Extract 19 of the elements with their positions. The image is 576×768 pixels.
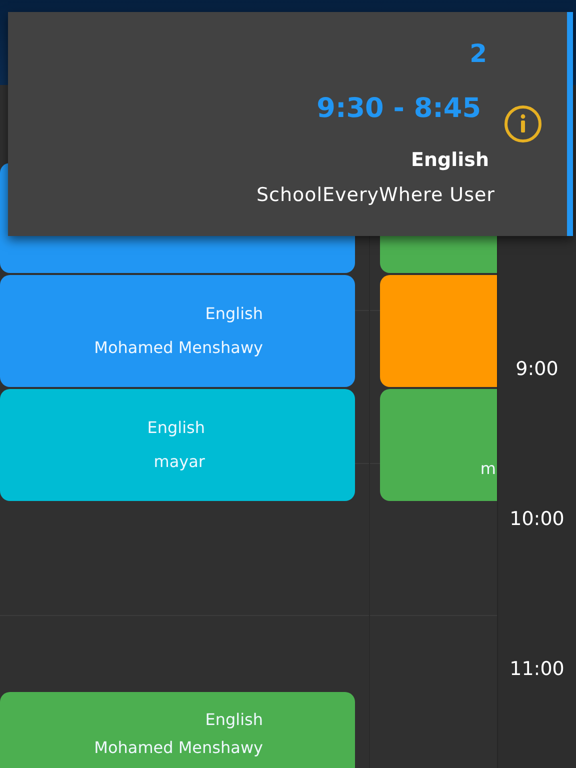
subject-label: English xyxy=(147,417,205,439)
subject-label: English xyxy=(205,303,263,325)
lesson-event[interactable]: English Mohamed Menshawy xyxy=(0,692,355,768)
time-range: 9:30 - 8:45 xyxy=(316,92,481,126)
lesson-number: 2 xyxy=(470,39,487,69)
subject-title: English xyxy=(411,148,489,173)
teacher-label: Mohamed Menshawy xyxy=(94,337,263,359)
hour-label: 10:00 xyxy=(510,507,564,531)
teacher-label: Mohamed Menshawy xyxy=(94,737,263,759)
info-icon[interactable] xyxy=(504,105,542,143)
lesson-event[interactable]: English mayar xyxy=(0,389,355,501)
teacher-label: mayar xyxy=(154,451,205,473)
teacher-label: m xyxy=(480,458,496,480)
hour-label: 11:00 xyxy=(510,657,564,681)
lesson-event[interactable]: m xyxy=(380,389,497,501)
subject-label: English xyxy=(205,709,263,731)
user-name: SchoolEveryWhere User xyxy=(256,183,495,208)
lesson-event[interactable]: English Mohamed Menshawy xyxy=(0,275,355,387)
hour-label: 9:00 xyxy=(516,357,558,381)
